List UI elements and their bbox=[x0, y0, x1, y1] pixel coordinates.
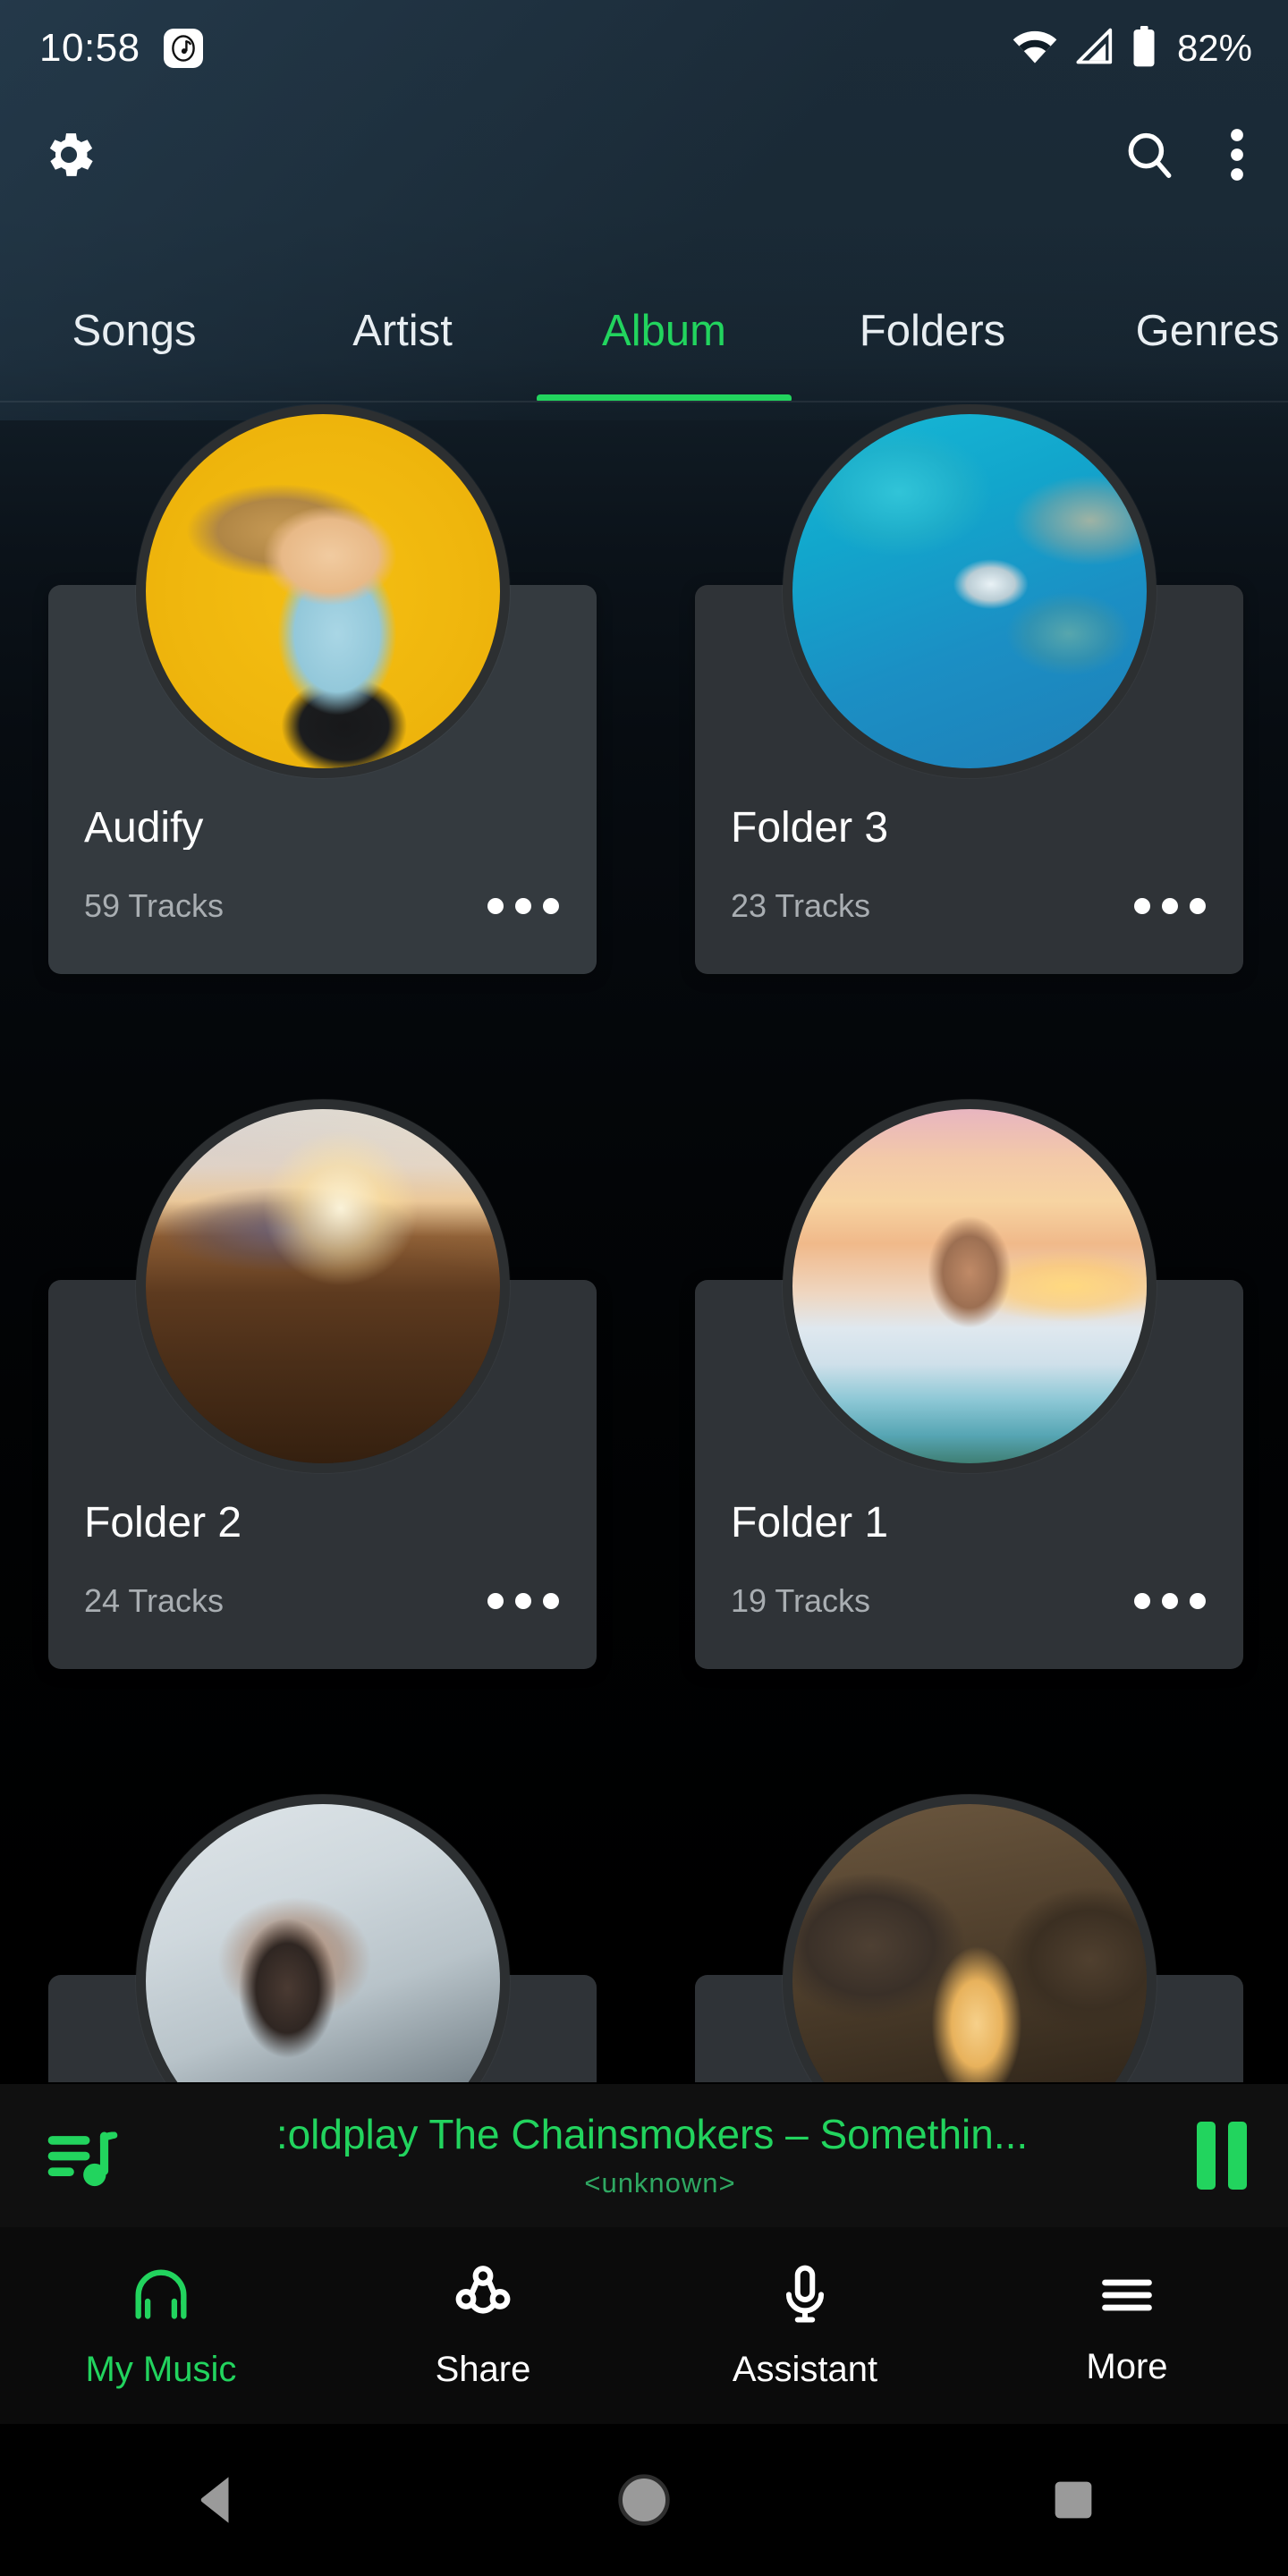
recents-square-icon[interactable] bbox=[993, 2424, 1154, 2576]
album-row bbox=[48, 1794, 1243, 2082]
tab-label: Folders bbox=[859, 307, 1006, 355]
nav-item-assistant[interactable]: Assistant bbox=[644, 2261, 966, 2390]
status-bar: 10:58 82% bbox=[0, 0, 1288, 97]
tab-album[interactable]: Album bbox=[537, 268, 792, 401]
album-artwork-image bbox=[792, 414, 1147, 768]
status-bar-left: 10:58 bbox=[39, 26, 203, 71]
nav-label: My Music bbox=[85, 2350, 237, 2389]
app-bar bbox=[0, 97, 1288, 213]
gear-icon[interactable] bbox=[39, 125, 98, 184]
status-bar-clock: 10:58 bbox=[39, 26, 140, 70]
tab-genres[interactable]: Genres bbox=[1073, 268, 1288, 401]
album-artwork[interactable] bbox=[782, 1099, 1157, 1473]
album-grid-inner: Audify 59 Tracks Folder 3 23 Tracks Fold… bbox=[0, 404, 1288, 2082]
album-track-count: 59 Tracks bbox=[84, 887, 225, 924]
now-playing-bar[interactable]: :oldplay The Chainsmokers – Somethin... … bbox=[0, 2084, 1288, 2227]
album-grid[interactable]: Audify 59 Tracks Folder 3 23 Tracks Fold… bbox=[0, 404, 1288, 2082]
album-cell[interactable]: Folder 2 24 Tracks bbox=[48, 1099, 597, 1669]
album-artwork[interactable] bbox=[135, 1794, 510, 2082]
album-artwork-image bbox=[145, 1109, 500, 1463]
tab-songs[interactable]: Songs bbox=[0, 268, 268, 401]
nav-item-my-music[interactable]: My Music bbox=[0, 2261, 322, 2390]
album-artwork[interactable] bbox=[135, 404, 510, 778]
battery-percentage: 82% bbox=[1176, 27, 1252, 69]
album-card-footer: 59 Tracks bbox=[84, 887, 561, 925]
nav-label: Share bbox=[435, 2350, 531, 2389]
tab-artist[interactable]: Artist bbox=[268, 268, 537, 401]
album-row: Audify 59 Tracks Folder 3 23 Tracks bbox=[48, 404, 1243, 974]
home-circle-icon[interactable] bbox=[564, 2424, 724, 2576]
cellular-signal-icon bbox=[1073, 28, 1116, 70]
bottom-navigation-bar[interactable]: My Music Share Assistant More bbox=[0, 2227, 1288, 2424]
album-artwork-image bbox=[145, 1804, 500, 2082]
back-triangle-icon[interactable] bbox=[134, 2424, 295, 2576]
headphones-icon bbox=[127, 2261, 195, 2334]
album-artwork-image bbox=[145, 414, 500, 768]
tab-label: Album bbox=[602, 307, 726, 355]
category-tab-bar[interactable]: Songs Artist Album Folders Genres bbox=[0, 268, 1288, 402]
now-playing-text[interactable]: :oldplay The Chainsmokers – Somethin... … bbox=[123, 2112, 1197, 2200]
album-card-footer: 19 Tracks bbox=[731, 1582, 1208, 1620]
phone-screen: 10:58 82% Songs Artist Album Folders Gen… bbox=[0, 0, 1288, 2576]
album-artwork[interactable] bbox=[782, 404, 1157, 778]
playlist-music-icon[interactable] bbox=[41, 2114, 123, 2197]
android-navigation-bar[interactable] bbox=[0, 2424, 1288, 2576]
now-playing-subtitle: <unknown> bbox=[584, 2167, 736, 2199]
tab-label: Artist bbox=[352, 307, 453, 355]
album-row: Folder 2 24 Tracks Folder 1 19 Tracks bbox=[48, 1099, 1243, 1669]
album-title: Folder 1 bbox=[731, 1502, 889, 1545]
album-title: Audify bbox=[84, 807, 204, 850]
nav-item-more[interactable]: More bbox=[966, 2264, 1288, 2387]
nav-item-share[interactable]: Share bbox=[322, 2261, 644, 2390]
wifi-icon bbox=[1011, 28, 1059, 70]
tab-label: Genres bbox=[1135, 307, 1280, 355]
overflow-dots-icon[interactable] bbox=[1132, 891, 1208, 921]
tab-active-underline bbox=[537, 394, 792, 401]
overflow-dots-icon[interactable] bbox=[1132, 1586, 1208, 1616]
album-artwork[interactable] bbox=[782, 1794, 1157, 2082]
album-cell[interactable]: Folder 3 23 Tracks bbox=[695, 404, 1243, 974]
more-vertical-icon[interactable] bbox=[1229, 125, 1245, 184]
album-cell[interactable]: Folder 1 19 Tracks bbox=[695, 1099, 1243, 1669]
album-title: Folder 3 bbox=[731, 807, 889, 850]
album-artwork[interactable] bbox=[135, 1099, 510, 1473]
album-track-count: 23 Tracks bbox=[731, 887, 871, 924]
album-cell[interactable] bbox=[695, 1794, 1243, 2082]
hamburger-menu-icon bbox=[1096, 2264, 1158, 2331]
battery-icon bbox=[1131, 25, 1157, 72]
album-card-footer: 24 Tracks bbox=[84, 1582, 561, 1620]
album-title: Folder 2 bbox=[84, 1502, 242, 1545]
share-icon bbox=[449, 2261, 517, 2334]
overflow-dots-icon[interactable] bbox=[486, 891, 561, 921]
album-track-count: 24 Tracks bbox=[84, 1582, 225, 1619]
album-artwork-image bbox=[792, 1109, 1147, 1463]
music-note-notification-icon bbox=[163, 29, 203, 68]
grid-row-spacer bbox=[48, 1669, 1240, 1794]
overflow-dots-icon[interactable] bbox=[486, 1586, 561, 1616]
grid-row-spacer bbox=[48, 974, 1240, 1099]
album-cell[interactable]: Audify 59 Tracks bbox=[48, 404, 597, 974]
pause-icon[interactable] bbox=[1197, 2122, 1247, 2190]
tab-folders[interactable]: Folders bbox=[792, 268, 1073, 401]
search-icon[interactable] bbox=[1122, 127, 1177, 182]
nav-label: More bbox=[1086, 2347, 1168, 2386]
album-track-count: 19 Tracks bbox=[731, 1582, 871, 1619]
tab-label: Songs bbox=[72, 307, 197, 355]
nav-label: Assistant bbox=[732, 2350, 878, 2389]
album-artwork-image bbox=[792, 1804, 1147, 2082]
app-bar-actions bbox=[1122, 125, 1245, 184]
status-bar-right: 82% bbox=[1011, 25, 1252, 72]
microphone-icon bbox=[771, 2261, 839, 2334]
album-card-footer: 23 Tracks bbox=[731, 887, 1208, 925]
now-playing-title: :oldplay The Chainsmokers – Somethin... bbox=[275, 2111, 1029, 2157]
album-cell[interactable] bbox=[48, 1794, 597, 2082]
